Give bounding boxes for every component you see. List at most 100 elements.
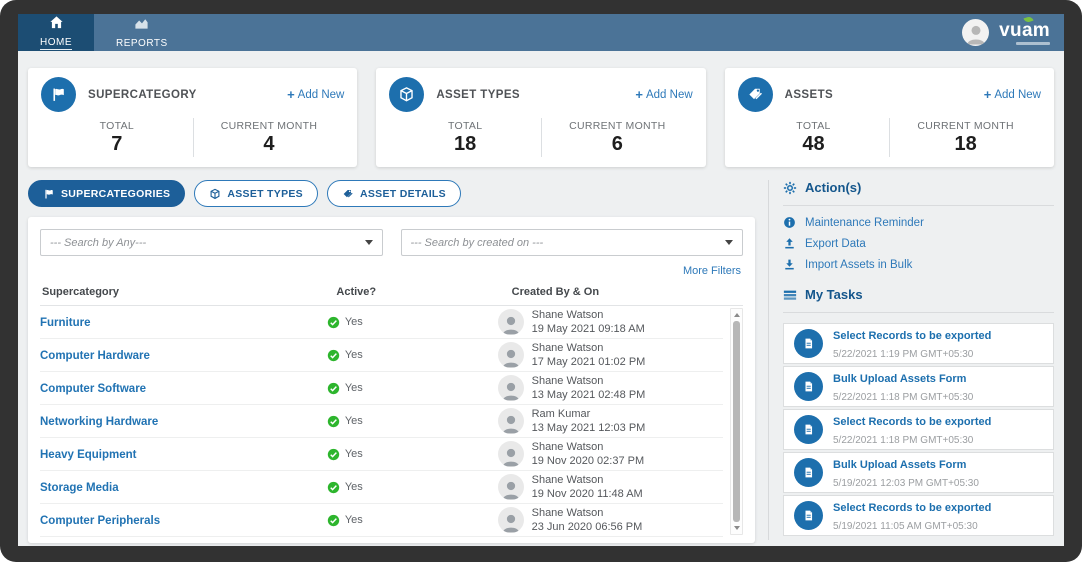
- creator-avatar: [497, 441, 524, 467]
- created-by: Ram Kumar: [531, 407, 591, 420]
- check-circle-icon: [327, 514, 340, 526]
- table-header: Supercategory Active? Created By & On: [40, 284, 743, 306]
- check-circle-icon: [327, 481, 340, 493]
- active-value: Yes: [344, 382, 363, 394]
- supercategory-link[interactable]: Computer Peripherals: [40, 515, 160, 527]
- asset-types-add-new-button[interactable]: + Add New: [635, 88, 692, 101]
- creator-avatar: [497, 474, 524, 500]
- supercategory-link[interactable]: Storage Media: [40, 482, 119, 494]
- scrollbar-thumb[interactable]: [733, 321, 740, 522]
- task-item[interactable]: Select Records to be exported 5/19/2021 …: [783, 495, 1054, 536]
- active-value: Yes: [344, 415, 363, 427]
- tab-supercategories[interactable]: SUPERCATEGORIES: [28, 180, 186, 207]
- maintenance-reminder-link[interactable]: Maintenance Reminder: [783, 216, 1054, 229]
- home-icon: [49, 15, 64, 35]
- active-value: Yes: [344, 514, 363, 526]
- user-avatar[interactable]: [962, 19, 990, 46]
- tags-icon: [737, 77, 773, 112]
- supercategory-current-month: CURRENT MONTH 4: [192, 118, 345, 157]
- logo-text-am: am: [1021, 19, 1050, 41]
- table-scrollbar[interactable]: [730, 308, 743, 535]
- current-month-value: 18: [954, 133, 977, 155]
- top-navbar: HOME REPORTS vuam: [18, 14, 1064, 51]
- supercategory-total: TOTAL 7: [41, 118, 193, 157]
- tab-asset-types[interactable]: ASSET TYPES: [194, 180, 318, 207]
- assets-total: TOTAL 48: [738, 118, 890, 157]
- task-item[interactable]: Select Records to be exported 5/22/2021 …: [783, 323, 1054, 364]
- task-item[interactable]: Bulk Upload Assets Form 5/19/2021 12:03 …: [783, 452, 1054, 493]
- supercategory-card-head: SUPERCATEGORY + Add New: [41, 77, 344, 112]
- current-month-value: 4: [263, 133, 275, 155]
- supercategory-card-stats: TOTAL 7 CURRENT MONTH 4: [41, 118, 344, 157]
- chevron-down-icon: [725, 240, 733, 245]
- current-month-label: CURRENT MONTH: [220, 120, 318, 132]
- created-by: Shane Watson: [531, 440, 604, 453]
- scroll-down-icon[interactable]: [734, 526, 740, 530]
- total-label: TOTAL: [796, 120, 831, 132]
- cube-icon: [389, 77, 425, 112]
- total-label: TOTAL: [99, 120, 135, 132]
- created-on: 23 Jun 2020 06:56 PM: [531, 521, 643, 533]
- check-circle-icon: [327, 349, 340, 361]
- column-created-by-on: Created By & On: [511, 286, 600, 298]
- cube-icon: [210, 188, 220, 199]
- task-timestamp: 5/22/2021 1:18 PM GMT+05:30: [833, 434, 974, 446]
- chevron-down-icon: [364, 240, 373, 245]
- total-label: TOTAL: [447, 120, 483, 132]
- assets-card-stats: TOTAL 48 CURRENT MONTH 18: [738, 118, 1041, 157]
- supercategory-link[interactable]: Heavy Equipment: [40, 449, 137, 461]
- asset-types-total: TOTAL 18: [389, 118, 541, 157]
- task-item[interactable]: Select Records to be exported 5/22/2021 …: [783, 409, 1054, 450]
- logo-tagline: [1016, 41, 1050, 45]
- tab-reports[interactable]: REPORTS: [94, 14, 190, 51]
- task-timestamp: 5/19/2021 11:05 AM GMT+05:30: [833, 520, 978, 532]
- document-icon: [794, 372, 823, 401]
- creator-avatar: [497, 408, 524, 434]
- table-row: Furniture Yes Shane Watson 19 May 2021 0…: [40, 306, 723, 339]
- total-value: 7: [111, 133, 123, 155]
- more-filters-link[interactable]: More Filters: [42, 265, 741, 277]
- assets-card-title: ASSETS: [784, 88, 834, 101]
- filters-row: --- Search by Any--- --- Search by creat…: [40, 229, 743, 256]
- search-by-any-select[interactable]: --- Search by Any---: [40, 229, 383, 256]
- supercategory-link[interactable]: Computer Software: [40, 383, 146, 395]
- flag-icon: [45, 189, 53, 198]
- search-by-created-on-select[interactable]: --- Search by created on ---: [400, 229, 743, 256]
- export-data-link[interactable]: Export Data: [783, 237, 1054, 250]
- check-circle-icon: [327, 316, 340, 328]
- window-frame: HOME REPORTS vuam SUPERCATEGORY + Add Ne…: [0, 0, 1082, 562]
- document-icon: [794, 458, 823, 487]
- current-month-value: 6: [611, 133, 623, 155]
- supercategory-card: SUPERCATEGORY + Add New TOTAL 7 CURRENT …: [28, 68, 358, 167]
- created-by: Shane Watson: [531, 473, 604, 486]
- total-value: 48: [802, 133, 825, 155]
- created-on: 13 May 2021 02:48 PM: [531, 389, 646, 401]
- creator-avatar: [497, 507, 524, 533]
- table-row: Computer Software Yes Shane Watson 13 Ma…: [40, 372, 723, 405]
- created-on: 17 May 2021 01:02 PM: [531, 356, 646, 368]
- active-value: Yes: [344, 448, 363, 460]
- supercategory-add-new-button[interactable]: + Add New: [287, 88, 344, 101]
- task-title: Bulk Upload Assets Form: [833, 458, 967, 471]
- supercategory-link[interactable]: Networking Hardware: [40, 416, 158, 428]
- navbar-right: vuam: [962, 14, 1064, 51]
- active-value: Yes: [344, 481, 363, 493]
- import-assets-link[interactable]: Import Assets in Bulk: [783, 258, 1054, 271]
- tab-home[interactable]: HOME: [18, 14, 94, 51]
- column-supercategory: Supercategory: [42, 286, 120, 298]
- assets-current-month: CURRENT MONTH 18: [889, 118, 1041, 157]
- asset-types-current-month: CURRENT MONTH 6: [540, 118, 693, 157]
- tab-asset-details[interactable]: ASSET DETAILS: [326, 180, 461, 207]
- assets-add-new-button[interactable]: + Add New: [984, 88, 1041, 101]
- task-item[interactable]: Bulk Upload Assets Form 5/22/2021 1:18 P…: [783, 366, 1054, 407]
- asset-types-card-title: ASSET TYPES: [436, 88, 520, 101]
- current-month-label: CURRENT MONTH: [917, 120, 1014, 132]
- plus-icon: +: [983, 87, 992, 102]
- task-timestamp: 5/19/2021 12:03 PM GMT+05:30: [833, 477, 979, 489]
- tab-home-label: HOME: [40, 36, 72, 50]
- scroll-up-icon[interactable]: [734, 313, 740, 317]
- my-tasks-list: Select Records to be exported 5/22/2021 …: [783, 323, 1054, 536]
- divider: [783, 312, 1054, 313]
- supercategory-link[interactable]: Computer Hardware: [40, 350, 150, 362]
- supercategory-link[interactable]: Furniture: [40, 317, 90, 329]
